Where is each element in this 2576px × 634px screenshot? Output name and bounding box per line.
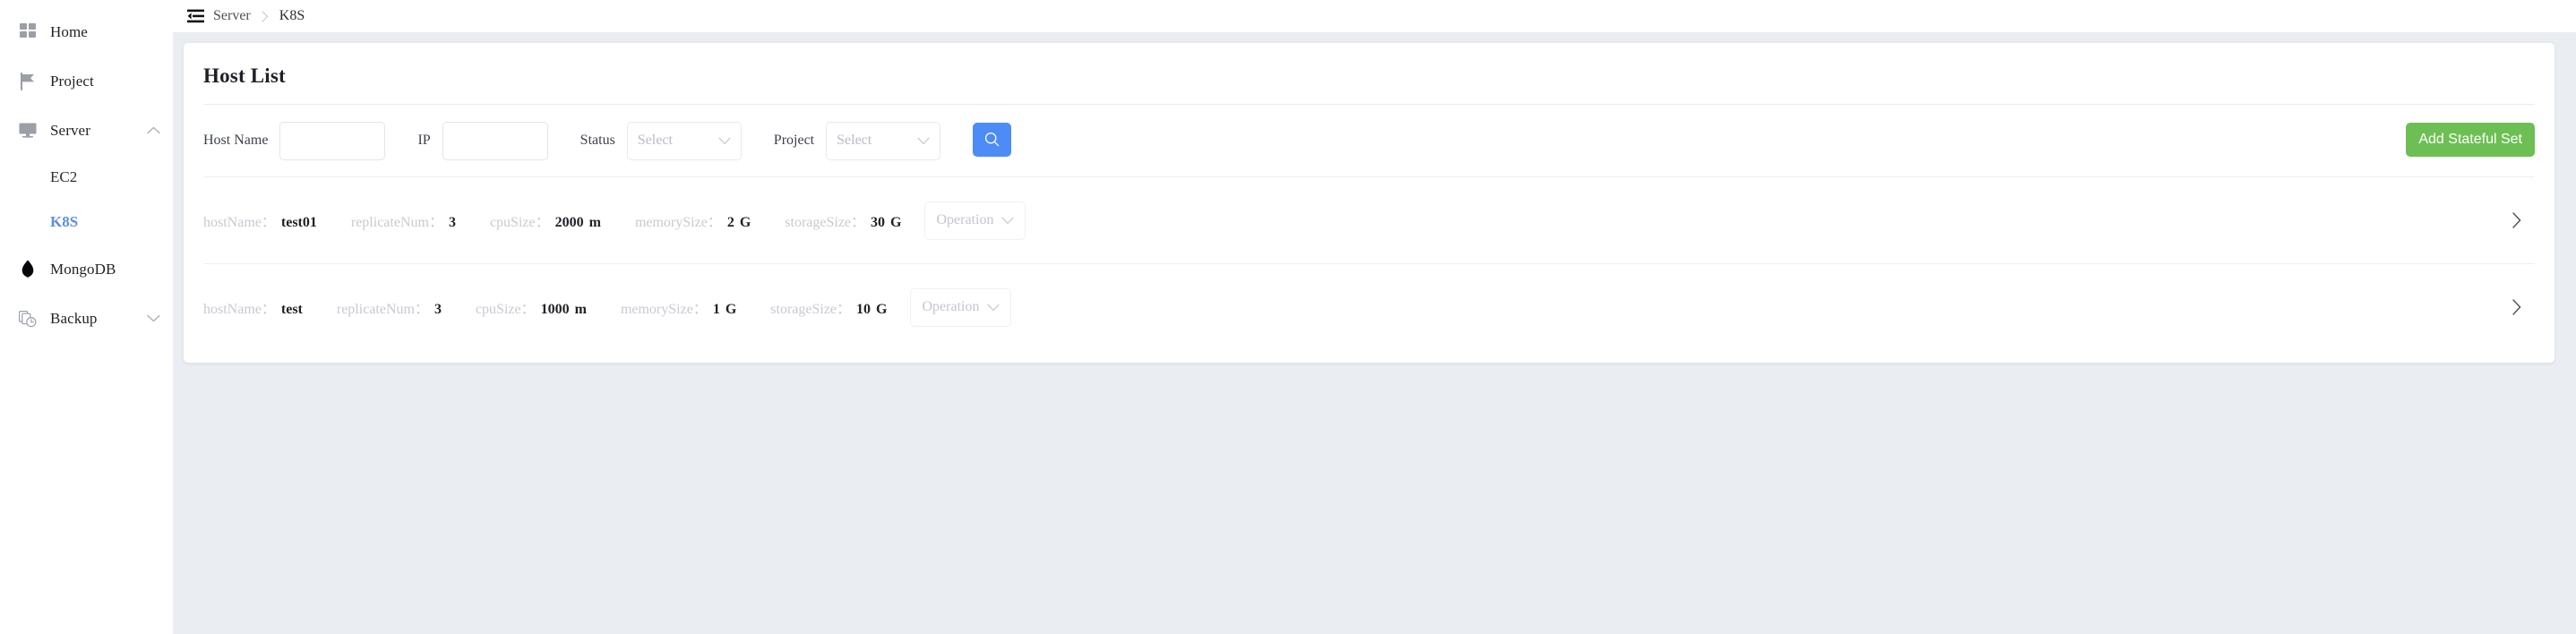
field-unit: G — [740, 215, 751, 231]
sidebar-item-label: Project — [50, 73, 94, 90]
operation-select[interactable]: Operation — [924, 201, 1026, 240]
field-key: cpuSize： — [490, 210, 550, 231]
topbar: Server K8S — [173, 0, 2576, 32]
chevron-down-icon — [917, 137, 930, 145]
operation-select-value: Operation — [936, 212, 993, 228]
field-unit: m — [575, 302, 587, 318]
chevron-right-icon — [262, 11, 269, 22]
chevron-down-icon — [718, 137, 731, 145]
sidebar-item-label: Home — [50, 23, 88, 41]
sidebar-item-label: MongoDB — [50, 261, 116, 278]
field-hostname: hostName： test01 — [203, 210, 317, 231]
field-cpusize: cpuSize： 2000 m — [490, 210, 601, 231]
table-row[interactable]: hostName： test01 replicateNum： 3 cpuSize… — [203, 176, 2535, 263]
content-wrap: Host List Host Name IP Status Select — [173, 32, 2576, 363]
field-value: 2 — [727, 215, 734, 231]
page-title: Host List — [203, 43, 2535, 104]
sidebar-item-backup[interactable]: Backup — [0, 294, 173, 343]
status-select-value: Select — [638, 133, 673, 149]
sidebar-item-project[interactable]: Project — [0, 56, 173, 106]
field-key: storageSize： — [770, 296, 851, 318]
field-value: 30 — [871, 215, 885, 231]
project-select[interactable]: Select — [826, 122, 940, 160]
status-select[interactable]: Select — [627, 122, 742, 160]
monitor-icon — [18, 121, 38, 141]
sidebar-item-ec2[interactable]: EC2 — [0, 155, 173, 200]
grid-icon — [18, 22, 38, 42]
sidebar-item-home[interactable]: Home — [0, 7, 173, 56]
field-unit: G — [876, 302, 887, 318]
host-name-label: Host Name — [203, 133, 268, 149]
field-storagesize: storageSize： 10 G — [770, 296, 887, 318]
field-unit: m — [589, 215, 601, 231]
field-memorysize: memorySize： 2 G — [635, 210, 751, 231]
add-stateful-set-button[interactable]: Add Stateful Set — [2406, 123, 2535, 157]
flag-icon — [18, 72, 38, 91]
field-key: memorySize： — [635, 210, 722, 231]
field-value: 3 — [449, 215, 456, 231]
field-value: test — [281, 302, 303, 318]
operation-select[interactable]: Operation — [910, 288, 1011, 327]
project-label: Project — [774, 133, 814, 149]
collapse-menu-icon[interactable] — [186, 7, 204, 25]
host-list: hostName： test01 replicateNum： 3 cpuSize… — [203, 176, 2535, 363]
table-row[interactable]: hostName： test replicateNum： 3 cpuSize： … — [203, 263, 2535, 350]
ip-input[interactable] — [442, 122, 548, 160]
field-value: 10 — [856, 302, 871, 318]
sidebar-item-label: K8S — [50, 213, 78, 231]
breadcrumb-item-k8s[interactable]: K8S — [279, 8, 305, 24]
main-area: Server K8S Host List Host Name IP Status — [173, 0, 2576, 634]
chevron-down-icon[interactable] — [146, 312, 160, 326]
field-replicatenum: replicateNum： 3 — [337, 296, 442, 318]
sidebar-item-label: Server — [50, 122, 90, 140]
field-key: memorySize： — [621, 296, 708, 318]
ip-label: IP — [417, 133, 430, 149]
field-value: test01 — [281, 215, 317, 231]
field-value: 3 — [434, 302, 442, 318]
sidebar-item-label: Backup — [50, 310, 98, 328]
operation-select-value: Operation — [922, 299, 979, 315]
sidebar-item-server[interactable]: Server — [0, 106, 173, 155]
search-button[interactable] — [973, 123, 1011, 157]
field-value: 2000 — [555, 215, 584, 231]
files-clock-icon — [18, 309, 38, 329]
field-key: replicateNum： — [351, 210, 443, 231]
field-unit: G — [890, 215, 901, 231]
status-label: Status — [580, 133, 615, 149]
chevron-down-icon — [987, 304, 1000, 312]
app-root: Home Project Server — [0, 0, 2576, 634]
row-expand-chevron-right-icon[interactable] — [2504, 208, 2529, 233]
project-select-value: Select — [837, 133, 872, 149]
sidebar-item-label: EC2 — [50, 168, 77, 186]
row-expand-chevron-right-icon[interactable] — [2504, 295, 2529, 320]
field-cpusize: cpuSize： 1000 m — [476, 296, 587, 318]
host-name-input[interactable] — [279, 122, 385, 160]
chevron-down-icon — [1001, 217, 1014, 225]
field-value: 1 — [713, 302, 720, 318]
field-key: replicateNum： — [337, 296, 429, 318]
field-key: cpuSize： — [476, 296, 536, 318]
field-key: hostName： — [203, 296, 276, 318]
sidebar: Home Project Server — [0, 0, 173, 634]
field-key: hostName： — [203, 210, 276, 231]
field-unit: G — [726, 302, 736, 318]
field-memorysize: memorySize： 1 G — [621, 296, 736, 318]
search-icon — [984, 132, 1000, 147]
field-replicatenum: replicateNum： 3 — [351, 210, 456, 231]
filter-bar: Host Name IP Status Select Project Selec… — [203, 105, 2535, 176]
sidebar-item-mongodb[interactable]: MongoDB — [0, 244, 173, 294]
field-value: 1000 — [541, 302, 570, 318]
field-key: storageSize： — [785, 210, 865, 231]
host-list-card: Host List Host Name IP Status Select — [184, 43, 2555, 363]
sidebar-item-k8s[interactable]: K8S — [0, 200, 173, 244]
leaf-icon — [18, 260, 38, 279]
breadcrumb-item-server[interactable]: Server — [213, 8, 251, 24]
chevron-up-icon[interactable] — [146, 124, 160, 138]
field-hostname: hostName： test — [203, 296, 303, 318]
field-storagesize: storageSize： 30 G — [785, 210, 901, 231]
